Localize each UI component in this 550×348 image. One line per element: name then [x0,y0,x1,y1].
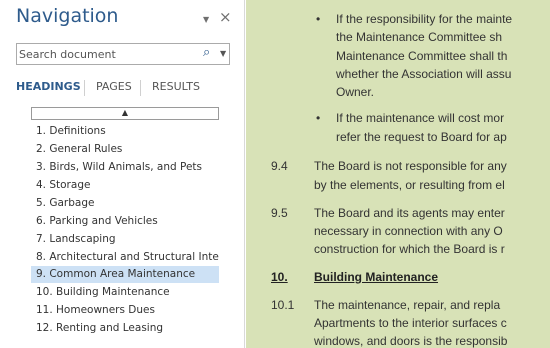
heading-item-birds-wild-animals-pets[interactable]: 3. Birds, Wild Animals, and Pets [31,159,219,176]
close-icon[interactable]: × [219,8,232,26]
heading-item-common-area-maintenance[interactable]: 9. Common Area Maintenance [31,266,219,283]
tab-separator [140,80,141,96]
doc-line: refer the request to Board for ap [336,130,507,144]
heading-item-definitions[interactable]: 1. Definitions [31,123,219,140]
paragraph-number: 10.1 [271,298,295,312]
doc-line: the Maintenance Committee sh [336,30,503,44]
tab-separator [84,80,85,96]
heading-item-general-rules[interactable]: 2. General Rules [31,141,219,158]
tab-results[interactable]: RESULTS [152,80,200,93]
navigation-pane: Navigation ▼ × ⌕ ▼ HEADINGS PAGES RESULT… [0,0,245,348]
doc-line: Maintenance Committee shall th [336,49,508,63]
doc-line: necessary in connection with any O [314,224,503,238]
nav-controls: ▼ × [203,8,238,26]
pane-options-icon[interactable]: ▼ [203,15,209,24]
paragraph-number: 9.4 [271,159,288,173]
doc-line: Apartments to the interior surfaces c [314,316,507,330]
bullet-marker: • [316,111,321,125]
doc-line: whether the Association will assu [336,67,512,81]
doc-line: The maintenance, repair, and repla [314,298,501,312]
heading-item-renting-leasing[interactable]: 12. Renting and Leasing [31,320,219,337]
heading-item-landscaping[interactable]: 7. Landscaping [31,231,219,248]
search-input[interactable] [19,46,189,62]
document-area[interactable]: • If the responsibility for the mainte t… [246,0,550,348]
doc-line: If the responsibility for the mainte [336,12,513,26]
doc-line: The Board and its agents may enter [314,206,505,220]
doc-line: The Board is not responsible for any [314,159,507,173]
heading-item-building-maintenance[interactable]: 10. Building Maintenance [31,284,219,301]
tab-pages[interactable]: PAGES [96,80,132,93]
nav-title: Navigation [16,5,119,27]
heading-item-storage[interactable]: 4. Storage [31,177,219,194]
heading-item-parking-vehicles[interactable]: 6. Parking and Vehicles [31,213,219,230]
section-heading-title: Building Maintenance [314,270,439,284]
paragraph-number: 9.5 [271,206,288,220]
doc-line: construction for which the Board is r [314,242,505,256]
tab-headings[interactable]: HEADINGS [16,80,81,93]
bullet-marker: • [316,12,321,26]
doc-line: Owner. [336,85,375,99]
doc-line: If the maintenance will cost mor [336,111,505,125]
heading-item-architectural-structural[interactable]: 8. Architectural and Structural Integr..… [31,249,219,266]
collapse-all-button[interactable]: ▲ [31,107,219,120]
section-heading-number: 10. [271,270,288,284]
search-box: ⌕ ▼ [16,43,230,65]
search-icon[interactable]: ⌕ [203,45,210,60]
doc-line: windows, and doors is the responsib [314,334,508,348]
doc-line: by the elements, or resulting from el [314,178,505,192]
search-options-icon[interactable]: ▼ [220,49,226,58]
heading-item-homeowners-dues[interactable]: 11. Homeowners Dues [31,302,219,319]
heading-item-garbage[interactable]: 5. Garbage [31,195,219,212]
